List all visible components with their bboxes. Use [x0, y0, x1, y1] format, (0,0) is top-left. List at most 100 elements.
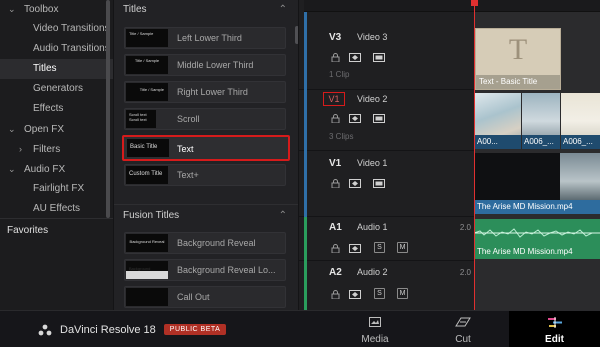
clip-count: 1 Clip — [329, 70, 350, 79]
solo-button[interactable]: S — [374, 288, 385, 299]
title-clip-glyph: T — [508, 33, 528, 66]
title-label: Text+ — [177, 170, 199, 180]
clip-label: A006_... — [561, 135, 600, 149]
lock-icon[interactable] — [329, 178, 341, 188]
track-name[interactable]: Audio 2 — [357, 267, 388, 277]
mute-button[interactable]: M — [397, 242, 408, 253]
page-media-button[interactable]: Media — [340, 311, 410, 347]
title-label: Scroll — [177, 114, 200, 124]
chevron-right-icon: › — [19, 144, 22, 154]
title-label: Left Lower Third — [177, 33, 242, 43]
title-right-lower-third[interactable]: Title / Sample Right Lower Third — [124, 81, 286, 103]
effects-library-tree: ⌄ Toolbox Video Transitions Audio Transit… — [0, 0, 113, 310]
track-output-icon[interactable] — [373, 113, 385, 123]
track-header-a1: A1 Audio 1 2.0 S M — [299, 217, 475, 261]
favorites-section: Favorites — [0, 218, 113, 310]
title-label: Background Reveal — [177, 238, 256, 248]
track-code: A2 — [329, 267, 342, 278]
tree-item-filters[interactable]: › Filters — [0, 139, 113, 159]
title-thumbnail: Background — [126, 261, 168, 279]
edit-icon — [548, 317, 562, 328]
auto-select-icon[interactable] — [349, 178, 361, 188]
tree-item-audio-transitions[interactable]: Audio Transitions — [0, 39, 113, 59]
fusion-title-background-reveal-lower[interactable]: Background Background Reveal Lo... — [124, 259, 286, 281]
chevron-down-icon: ⌄ — [8, 124, 16, 134]
auto-select-icon[interactable] — [349, 243, 361, 253]
auto-select-icon[interactable] — [349, 113, 361, 123]
playhead-handle[interactable] — [471, 0, 478, 6]
track-header-v3: V3 Video 3 1 Clip — [299, 0, 475, 90]
v2-clip-3[interactable]: A006_... — [561, 93, 600, 149]
timeline: V3 Video 3 1 Clip V1 Video 2 3 Clips V1 … — [298, 0, 600, 310]
tree-item-generators[interactable]: Generators — [0, 79, 113, 99]
tree-item-label: Filters — [33, 144, 61, 155]
tree-item-toolbox[interactable]: ⌄ Toolbox — [0, 0, 113, 19]
title-label: Right Lower Third — [177, 87, 248, 97]
section-title: Titles — [123, 4, 147, 15]
v2-clip-1[interactable]: A00... — [475, 93, 521, 149]
tree-item-audio-fx[interactable]: ⌄ Audio FX — [0, 159, 113, 179]
track-name[interactable]: Video 3 — [357, 32, 387, 42]
tree-item-au-effects[interactable]: AU Effects — [0, 199, 113, 219]
fusion-title-background-reveal[interactable]: Background Reveal Background Reveal — [124, 232, 286, 254]
chevron-up-icon: ⌃ — [278, 4, 287, 15]
lock-icon[interactable] — [329, 289, 341, 299]
tree-item-open-fx[interactable]: ⌄ Open FX — [0, 119, 113, 139]
track-header-v2: V1 Video 2 3 Clips — [299, 90, 475, 151]
title-middle-lower-third[interactable]: Title / Sample Middle Lower Third — [124, 54, 286, 76]
a1-clip[interactable]: The Arise MD Mission.mp4 — [474, 219, 600, 259]
playhead[interactable] — [474, 0, 475, 310]
title-label: Background Reveal Lo... — [177, 265, 276, 275]
title-left-lower-third[interactable]: Title / Sample Left Lower Third — [124, 27, 286, 49]
section-title: Fusion Titles — [123, 210, 180, 221]
page-label: Cut — [455, 334, 471, 345]
track-output-icon[interactable] — [373, 178, 385, 188]
track-header-v1: V1 Video 1 — [299, 151, 475, 217]
title-text-plus[interactable]: Custom Title Text+ — [124, 164, 286, 186]
track-code: A1 — [329, 222, 342, 233]
fusion-title-call-out[interactable]: Call Out — [124, 286, 286, 308]
video-track-bar — [304, 151, 307, 217]
source-track-selector[interactable]: V1 — [323, 92, 345, 106]
auto-select-icon[interactable] — [349, 289, 361, 299]
track-name[interactable]: Audio 1 — [357, 222, 388, 232]
title-text-selected[interactable]: Basic Title Text — [122, 135, 290, 161]
page-edit-button[interactable]: Edit — [509, 311, 600, 347]
track-level: 2.0 — [459, 223, 471, 232]
auto-select-icon[interactable] — [349, 52, 361, 62]
audio-track-bar — [304, 261, 307, 310]
track-name[interactable]: Video 1 — [357, 158, 387, 168]
tree-item-video-transitions[interactable]: Video Transitions — [0, 19, 113, 39]
tree-item-fairlight-fx[interactable]: Fairlight FX — [0, 179, 113, 199]
fusion-titles-section-header[interactable]: Fusion Titles ⌃ — [114, 204, 299, 226]
page-cut-button[interactable]: Cut — [428, 311, 498, 347]
timecode-ruler[interactable] — [474, 0, 600, 12]
lock-icon[interactable] — [329, 52, 341, 62]
favorites-label[interactable]: Favorites — [0, 221, 113, 241]
tree-item-label: Audio Transitions — [33, 43, 110, 54]
title-scroll[interactable]: Scroll text Scroll text Scroll — [124, 108, 286, 130]
app-name: DaVinci Resolve 18 — [60, 323, 156, 336]
timeline-ruler — [304, 0, 475, 12]
title-thumbnail: Custom Title — [126, 166, 168, 184]
v1-clip[interactable]: The Arise MD Mission.mp4 — [474, 153, 600, 214]
cut-icon — [455, 317, 471, 327]
brand: DaVinci Resolve 18 PUBLIC BETA — [38, 311, 227, 347]
mute-button[interactable]: M — [397, 288, 408, 299]
v2-clip-2[interactable]: A006_... — [522, 93, 560, 149]
track-name[interactable]: Video 2 — [357, 94, 387, 104]
timeline-clip-area[interactable]: T Text - Basic Title A00... A006_... A00… — [474, 0, 600, 310]
tree-item-effects[interactable]: Effects — [0, 99, 113, 119]
title-thumbnail: Background Reveal — [126, 234, 168, 252]
tree-item-titles[interactable]: Titles — [0, 59, 113, 79]
lock-icon[interactable] — [329, 243, 341, 253]
track-output-icon[interactable] — [373, 52, 385, 62]
titles-section-header[interactable]: Titles ⌃ — [114, 0, 299, 21]
solo-button[interactable]: S — [374, 242, 385, 253]
title-thumbnail: Title / Sample — [126, 29, 168, 47]
video-track-bar — [304, 90, 307, 151]
lock-icon[interactable] — [329, 113, 341, 123]
tree-scrollbar[interactable] — [106, 0, 110, 218]
title-clip[interactable]: T Text - Basic Title — [475, 28, 561, 90]
title-label: Text — [177, 144, 194, 154]
